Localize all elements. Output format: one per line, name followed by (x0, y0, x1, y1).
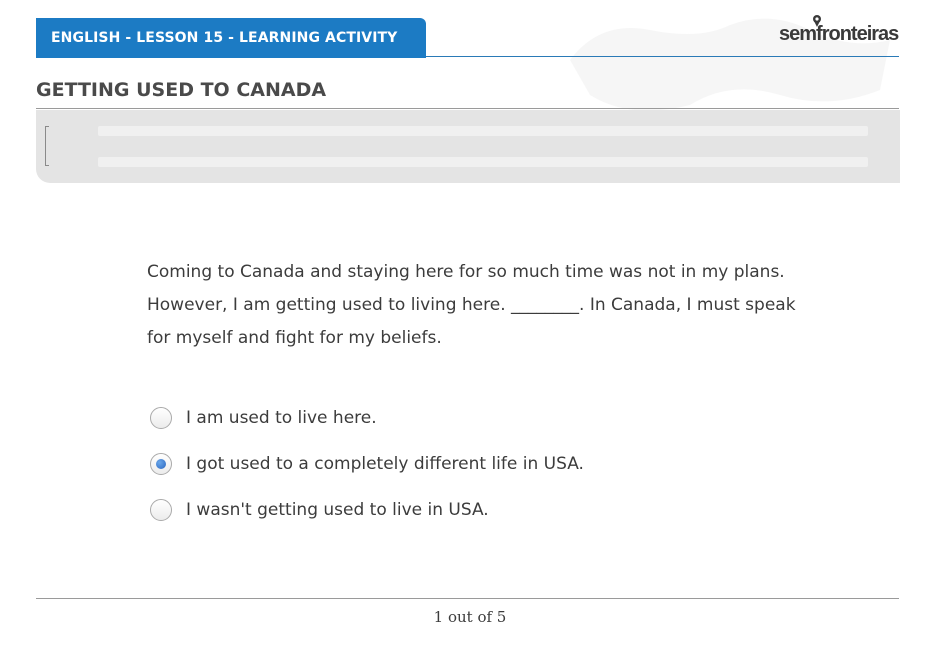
lesson-tab-label: ENGLISH - LESSON 15 - LEARNING ACTIVITY (51, 30, 398, 46)
instructions-bracket (45, 126, 49, 166)
semfronteiras-logo: semfronteiras (779, 14, 901, 48)
option-label: I am used to live here. (186, 408, 377, 428)
page-title: GETTING USED TO CANADA (36, 79, 327, 101)
title-rule (36, 108, 899, 109)
page-counter: 1 out of 5 (433, 608, 507, 626)
option-label: I wasn't getting used to live in USA. (186, 500, 489, 520)
lesson-tab: ENGLISH - LESSON 15 - LEARNING ACTIVITY (36, 18, 426, 58)
radio-button[interactable] (150, 407, 172, 429)
instructions-panel (36, 110, 900, 183)
question-text: Coming to Canada and staying here for so… (147, 262, 796, 348)
radio-button-selected[interactable] (150, 453, 172, 475)
lesson-page: ENGLISH - LESSON 15 - LEARNING ACTIVITY … (0, 0, 940, 656)
logo-text: semfronteiras (779, 23, 899, 45)
radio-button[interactable] (150, 499, 172, 521)
option-label: I got used to a completely different lif… (186, 454, 584, 474)
answer-option-2[interactable]: I got used to a completely different lif… (150, 450, 584, 478)
instructions-line (98, 157, 868, 167)
answer-option-3[interactable]: I wasn't getting used to live in USA. (150, 496, 584, 524)
answer-options: I am used to live here. I got used to a … (150, 404, 584, 542)
instructions-line (98, 126, 868, 136)
footer-rule (36, 598, 899, 599)
answer-option-1[interactable]: I am used to live here. (150, 404, 584, 432)
